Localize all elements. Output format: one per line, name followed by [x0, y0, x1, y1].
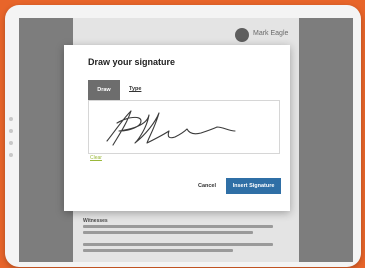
- side-button: [9, 153, 13, 157]
- doc-user-name: Mark Eagle: [253, 30, 289, 37]
- signature-pad[interactable]: [88, 100, 280, 154]
- cancel-button[interactable]: Cancel: [188, 178, 226, 194]
- insert-signature-button[interactable]: Insert Signature: [226, 178, 281, 194]
- doc-section-heading: Witnesses: [83, 218, 108, 224]
- side-button: [9, 129, 13, 133]
- doc-text-line: [83, 249, 233, 252]
- doc-text-line: [83, 231, 253, 234]
- signature-stroke: [106, 110, 236, 146]
- doc-text-line: [83, 243, 273, 246]
- tab-type[interactable]: Type: [129, 86, 141, 92]
- tab-draw[interactable]: Draw: [88, 80, 120, 100]
- side-button: [9, 117, 13, 121]
- clear-link[interactable]: Clear: [90, 155, 102, 161]
- avatar: [235, 28, 249, 42]
- modal-title: Draw your signature: [88, 57, 176, 67]
- side-button: [9, 141, 13, 145]
- doc-text-line: [83, 225, 273, 228]
